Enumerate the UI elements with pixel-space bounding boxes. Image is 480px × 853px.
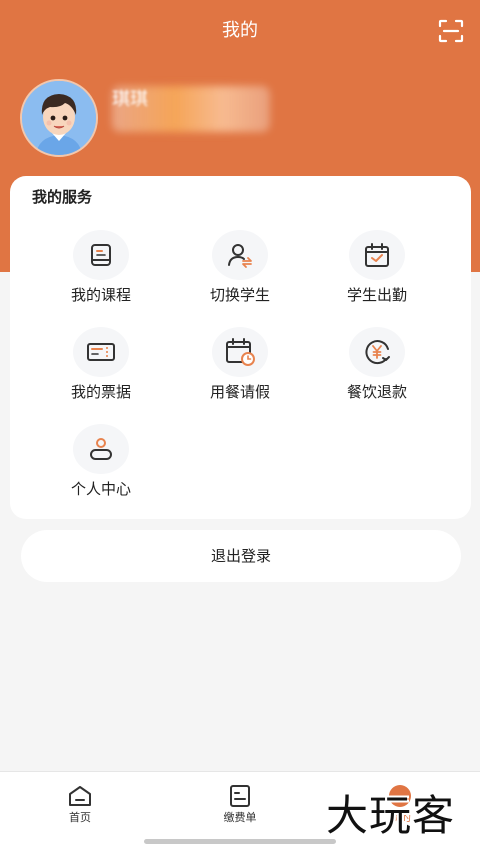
- services-card: 我的服务 我的课程 切换学生 学生出勤 我的票据 用餐请假 餐饮退款 个人中心: [10, 176, 471, 519]
- service-label: 餐饮退款: [346, 383, 407, 401]
- home-icon: [69, 786, 91, 806]
- service-label: 学生出勤: [346, 286, 407, 304]
- tab-label: 首页: [69, 811, 91, 824]
- calendar-check-icon: [349, 230, 405, 280]
- service-label: 个人中心: [70, 480, 131, 498]
- service-student-attendance[interactable]: 学生出勤: [307, 230, 447, 310]
- service-meal-refund[interactable]: 餐饮退款: [307, 327, 447, 407]
- avatar-boy-icon: [22, 81, 96, 155]
- person-icon: [73, 424, 129, 474]
- services-title: 我的服务: [32, 188, 93, 206]
- scan-icon: [438, 19, 464, 43]
- page-title: 我的: [222, 20, 258, 41]
- watermark: 大玩客: [326, 791, 456, 840]
- scan-button[interactable]: [438, 19, 464, 43]
- receipt-icon: [73, 327, 129, 377]
- yuan-refund-icon: [349, 327, 405, 377]
- service-my-courses[interactable]: 我的课程: [31, 230, 171, 310]
- calendar-clock-icon: [212, 327, 268, 377]
- service-label: 我的课程: [70, 286, 131, 304]
- user-name: 琪琪: [112, 89, 148, 110]
- tab-home[interactable]: 首页: [40, 784, 120, 826]
- book-icon: [73, 230, 129, 280]
- service-meal-leave[interactable]: 用餐请假: [170, 327, 310, 407]
- tab-label: 缴费单: [223, 811, 257, 824]
- home-indicator: [144, 839, 336, 844]
- service-my-receipts[interactable]: 我的票据: [31, 327, 171, 407]
- service-switch-student[interactable]: 切换学生: [170, 230, 310, 310]
- switch-user-icon: [212, 230, 268, 280]
- avatar[interactable]: [20, 79, 98, 157]
- service-label: 用餐请假: [209, 383, 270, 401]
- logout-button[interactable]: 退出登录: [21, 530, 461, 582]
- service-personal-center[interactable]: 个人中心: [31, 424, 171, 504]
- tab-bills[interactable]: 缴费单: [200, 784, 280, 826]
- bill-icon: [230, 785, 250, 807]
- service-label: 我的票据: [70, 383, 131, 401]
- service-label: 切换学生: [209, 286, 270, 304]
